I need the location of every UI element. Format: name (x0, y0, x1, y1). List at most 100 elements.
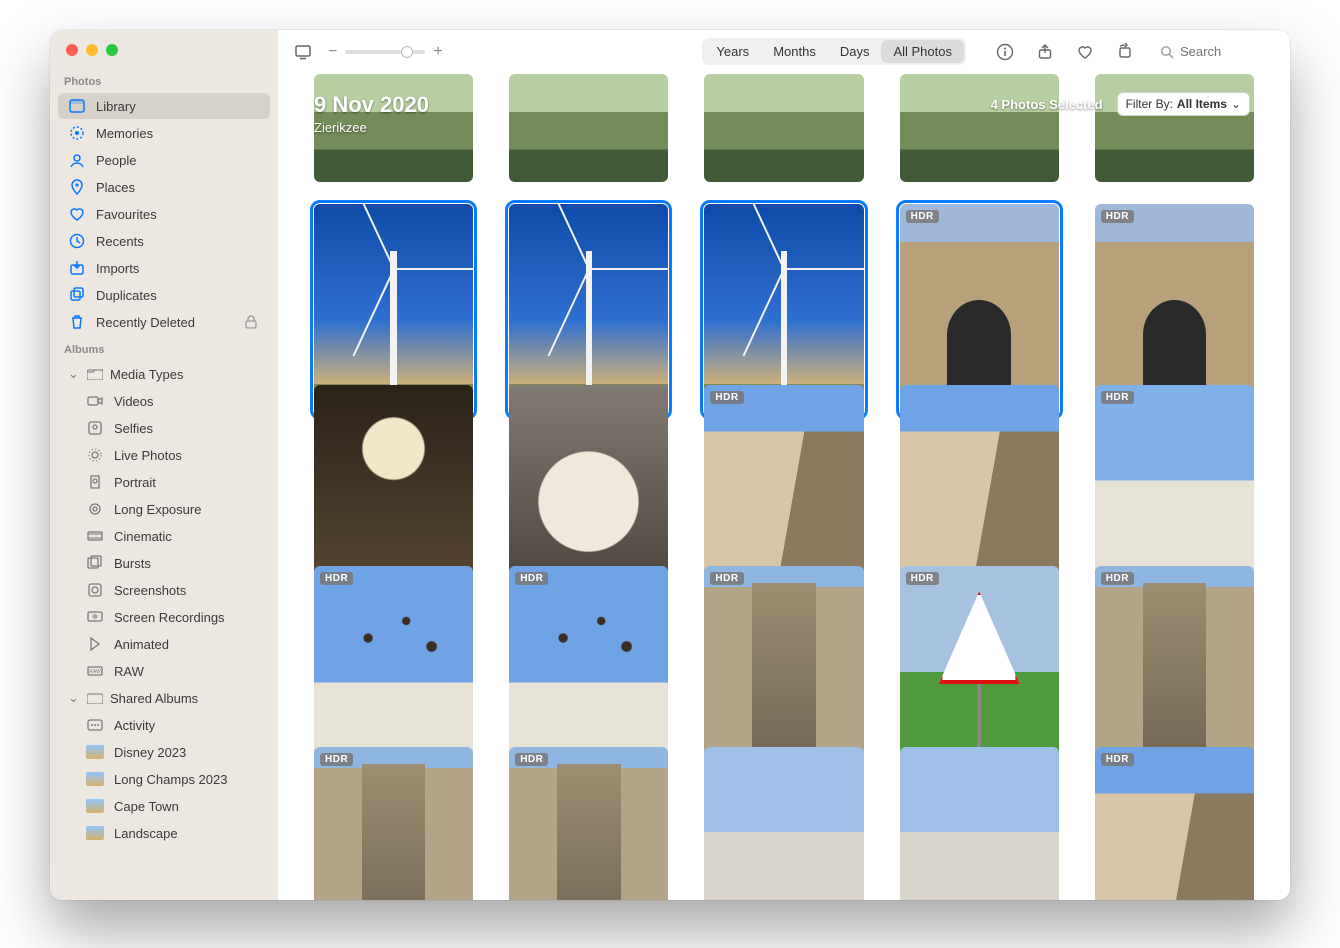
sidebar-item-duplicates[interactable]: Duplicates (58, 282, 270, 308)
memories-icon (68, 124, 86, 142)
header-photo[interactable] (900, 74, 1059, 182)
view-segmented-control[interactable]: YearsMonthsDaysAll Photos (702, 38, 966, 65)
search-input[interactable] (1180, 44, 1260, 59)
longexposure-icon (86, 500, 104, 518)
sidebar-item-live-photos[interactable]: Live Photos (58, 442, 270, 468)
photo-thumbnail[interactable] (900, 747, 1059, 900)
sidebar-group-media-types[interactable]: ⌄ Media Types (58, 361, 270, 387)
sidebar-item-portrait[interactable]: Portrait (58, 469, 270, 495)
sidebar-item-raw[interactable]: RAWRAW (58, 658, 270, 684)
app-window: Photos LibraryMemoriesPeoplePlacesFavour… (50, 30, 1290, 900)
screenrec-icon (86, 608, 104, 626)
hdr-badge: HDR (906, 572, 939, 585)
thumb (86, 824, 104, 842)
sidebar-item-landscape[interactable]: Landscape (58, 820, 270, 846)
sidebar-item-animated[interactable]: Animated (58, 631, 270, 657)
sidebar-item-label: Duplicates (96, 288, 260, 303)
sidebar-item-label: Imports (96, 261, 260, 276)
filter-button[interactable]: Filter By: All Items ⌄ (1117, 92, 1250, 116)
sidebar-item-label: Animated (114, 637, 260, 652)
cinematic-icon (86, 527, 104, 545)
header-text: 9 Nov 2020 Zierikzee (314, 92, 429, 135)
toolbar-actions (980, 41, 1142, 63)
burst-icon (86, 554, 104, 572)
hdr-badge: HDR (710, 391, 743, 404)
content-area[interactable]: 9 Nov 2020 Zierikzee 4 Photos Selected F… (278, 74, 1290, 900)
photo-thumbnail[interactable]: HDR (509, 747, 668, 900)
sidebar-item-selfies[interactable]: Selfies (58, 415, 270, 441)
sidebar-item-long-exposure[interactable]: Long Exposure (58, 496, 270, 522)
share-button[interactable] (1034, 41, 1056, 63)
segment-days[interactable]: Days (828, 40, 882, 63)
screenshot-icon (86, 581, 104, 599)
sidebar-item-imports[interactable]: Imports (58, 255, 270, 281)
hdr-badge: HDR (1101, 391, 1134, 404)
hdr-badge: HDR (320, 572, 353, 585)
sidebar-group-shared-albums[interactable]: ⌄ Shared Albums (58, 685, 270, 711)
sidebar-item-bursts[interactable]: Bursts (58, 550, 270, 576)
sidebar-item-memories[interactable]: Memories (58, 120, 270, 146)
zoom-in-label: + (433, 43, 442, 61)
photo-thumbnail[interactable] (704, 747, 863, 900)
sidebar-item-recently-deleted[interactable]: Recently Deleted (58, 309, 270, 335)
sidebar-item-screen-recordings[interactable]: Screen Recordings (58, 604, 270, 630)
search-field[interactable] (1156, 40, 1276, 63)
fullscreen-window-button[interactable] (106, 44, 118, 56)
sidebar-item-cape-town[interactable]: Cape Town (58, 793, 270, 819)
thumb (86, 743, 104, 761)
sidebar-item-label: Live Photos (114, 448, 260, 463)
sidebar-item-long-champs-2023[interactable]: Long Champs 2023 (58, 766, 270, 792)
segment-months[interactable]: Months (761, 40, 828, 63)
sidebar-group-label: Media Types (110, 367, 183, 382)
livephoto-icon (86, 446, 104, 464)
header-location: Zierikzee (314, 120, 429, 135)
sidebar-item-recents[interactable]: Recents (58, 228, 270, 254)
photo-thumbnail[interactable]: HDR (314, 747, 473, 900)
sidebar-item-label: Screenshots (114, 583, 260, 598)
zoom-knob[interactable] (401, 46, 413, 58)
library-icon (68, 97, 86, 115)
sidebar-item-people[interactable]: People (58, 147, 270, 173)
sidebar-item-label: Disney 2023 (114, 745, 260, 760)
zoom-track[interactable] (345, 50, 425, 54)
sidebar-item-disney-2023[interactable]: Disney 2023 (58, 739, 270, 765)
window-controls (50, 30, 278, 68)
sidebar-item-places[interactable]: Places (58, 174, 270, 200)
header-photo[interactable] (509, 74, 668, 182)
info-button[interactable] (994, 41, 1016, 63)
header-photo[interactable] (1095, 74, 1254, 182)
video-icon (86, 392, 104, 410)
sidebar-item-videos[interactable]: Videos (58, 388, 270, 414)
sidebar-item-screenshots[interactable]: Screenshots (58, 577, 270, 603)
animated-icon (86, 635, 104, 653)
sidebar-item-label: Activity (114, 718, 260, 733)
sidebar-item-activity[interactable]: Activity (58, 712, 270, 738)
zoom-slider[interactable]: − + (328, 43, 443, 61)
segment-all-photos[interactable]: All Photos (881, 40, 964, 63)
header-photo[interactable] (704, 74, 863, 182)
portrait-icon (86, 473, 104, 491)
rotate-button[interactable] (1114, 41, 1136, 63)
sidebar-item-label: Bursts (114, 556, 260, 571)
sidebar-item-favourites[interactable]: Favourites (58, 201, 270, 227)
sidebar-item-label: Places (96, 180, 260, 195)
lock-icon (242, 313, 260, 331)
sidebar-item-cinematic[interactable]: Cinematic (58, 523, 270, 549)
toolbar: − + YearsMonthsDaysAll Photos (278, 30, 1290, 74)
trash-icon (68, 313, 86, 331)
minimize-window-button[interactable] (86, 44, 98, 56)
close-window-button[interactable] (66, 44, 78, 56)
aspect-toggle-button[interactable] (292, 41, 314, 63)
sidebar-item-label: Memories (96, 126, 260, 141)
segment-years[interactable]: Years (704, 40, 761, 63)
hdr-badge: HDR (710, 572, 743, 585)
sidebar-scroll[interactable]: Photos LibraryMemoriesPeoplePlacesFavour… (50, 68, 278, 900)
sidebar-item-label: Selfies (114, 421, 260, 436)
photo-grid: HDR♡HDRHDRHDRHDRHDRHDRHDRHDRHDRHDRHDR (278, 204, 1290, 900)
favourite-button[interactable] (1074, 41, 1096, 63)
sidebar-item-label: Landscape (114, 826, 260, 841)
photo-thumbnail[interactable]: HDR (1095, 747, 1254, 900)
hdr-badge: HDR (1101, 210, 1134, 223)
main-area: − + YearsMonthsDaysAll Photos (278, 30, 1290, 900)
sidebar-item-library[interactable]: Library (58, 93, 270, 119)
